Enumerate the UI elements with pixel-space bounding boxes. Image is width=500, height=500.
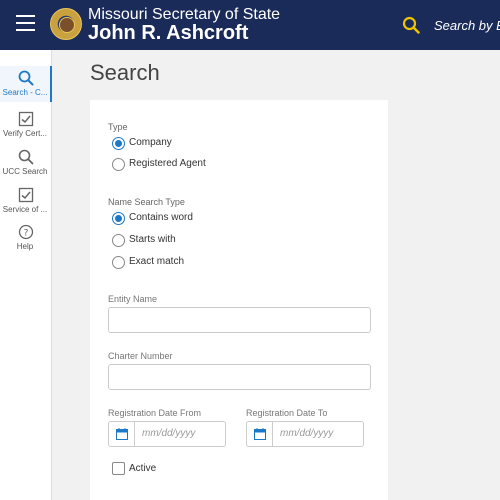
name-search-type-label: Name Search Type — [108, 197, 185, 207]
calendar-icon — [116, 428, 128, 440]
radio-label: Starts with — [129, 234, 176, 245]
entity-name-input[interactable] — [108, 307, 371, 333]
sidebar-item-label: UCC Search — [2, 167, 48, 176]
sidebar-item-service-of-process[interactable]: Service of ... — [0, 183, 52, 219]
check-square-icon — [18, 187, 34, 203]
date-placeholder: mm/dd/yyyy — [280, 428, 334, 439]
sidebar-item-label: Search - C... — [2, 88, 48, 97]
active-label: Active — [129, 463, 157, 474]
calendar-button[interactable] — [109, 422, 135, 446]
svg-text:?: ? — [24, 229, 29, 239]
sidebar-item-search-company[interactable]: Search - C... — [0, 66, 52, 102]
radio-label: Contains word — [129, 212, 193, 223]
radio-label: Company — [129, 137, 172, 148]
date-placeholder: mm/dd/yyyy — [142, 428, 196, 439]
menu-icon[interactable] — [16, 15, 35, 33]
registration-date-to-input[interactable]: mm/dd/yyyy — [246, 421, 364, 447]
registration-date-from-input[interactable]: mm/dd/yyyy — [108, 421, 226, 447]
sidebar-item-verify-certificate[interactable]: Verify Cert... — [0, 107, 52, 143]
calendar-button[interactable] — [247, 422, 273, 446]
state-seal-logo[interactable] — [50, 8, 82, 40]
radio-button[interactable] — [112, 234, 125, 247]
sidebar-item-ucc-search[interactable]: UCC Search — [0, 145, 52, 181]
radio-label: Registered Agent — [129, 158, 206, 169]
search-icon[interactable] — [402, 16, 420, 34]
sidebar-item-label: Verify Cert... — [2, 129, 47, 138]
radio-label: Exact match — [129, 256, 185, 267]
radio-button[interactable] — [112, 256, 125, 269]
charter-number-label: Charter Number — [108, 351, 173, 361]
header-search-input[interactable]: Search by Ent — [434, 18, 500, 33]
sidebar: Search - C... Verify Cert... UCC Search … — [0, 50, 52, 500]
app-header: Missouri Secretary of State John R. Ashc… — [0, 0, 500, 50]
header-title-line2: John R. Ashcroft — [88, 22, 249, 44]
sidebar-item-help[interactable]: ? Help — [0, 220, 52, 256]
sidebar-item-label: Service of ... — [2, 205, 48, 214]
sidebar-item-label: Help — [16, 242, 34, 251]
search-icon — [18, 149, 34, 165]
registration-date-to-label: Registration Date To — [246, 408, 328, 418]
check-square-icon — [18, 111, 34, 127]
charter-number-input[interactable] — [108, 364, 371, 390]
radio-button[interactable] — [112, 212, 125, 225]
registration-date-from-label: Registration Date From — [108, 408, 202, 418]
radio-button[interactable] — [112, 158, 125, 171]
type-label: Type — [108, 122, 128, 132]
search-icon — [18, 70, 34, 86]
active-checkbox[interactable] — [112, 462, 125, 475]
help-circle-icon: ? — [18, 224, 34, 240]
page-title: Search — [90, 60, 160, 85]
calendar-icon — [254, 428, 266, 440]
entity-name-label: Entity Name — [108, 294, 158, 304]
radio-button[interactable] — [112, 137, 125, 150]
